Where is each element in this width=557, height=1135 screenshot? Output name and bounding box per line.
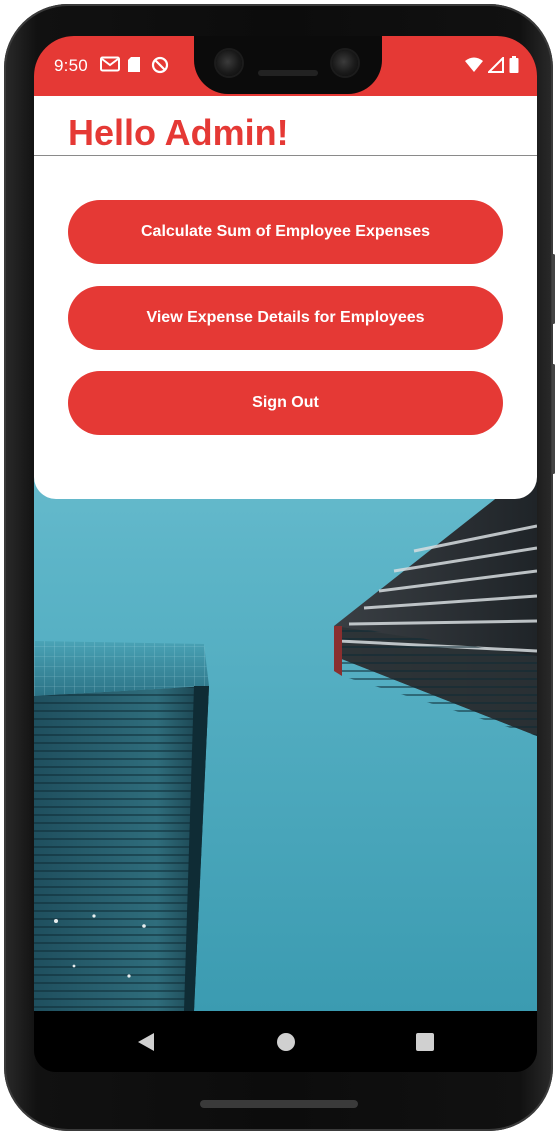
phone-frame: 9:50 Hello Admin! Calculate Sum of Emplo… [4, 4, 555, 1131]
earpiece-speaker [258, 70, 318, 76]
gmail-icon [100, 56, 120, 77]
page-title: Hello Admin! [68, 112, 289, 153]
title-divider [34, 155, 537, 156]
sd-card-icon [127, 56, 141, 78]
phone-bottom-speaker [200, 1100, 358, 1108]
view-expense-details-button[interactable]: View Expense Details for Employees [68, 286, 503, 350]
admin-card: Hello Admin! Calculate Sum of Employee E… [34, 96, 537, 499]
home-icon[interactable] [256, 1011, 316, 1072]
recents-icon[interactable] [395, 1011, 455, 1072]
battery-icon [509, 56, 519, 78]
wifi-icon [465, 57, 483, 78]
status-bar: 9:50 [34, 36, 537, 96]
signal-icon [486, 55, 504, 78]
phone-screen: 9:50 Hello Admin! Calculate Sum of Emplo… [34, 36, 537, 1072]
camera-notch [194, 36, 382, 94]
status-time: 9:50 [54, 56, 88, 75]
front-camera-icon [216, 50, 242, 76]
navigation-bar [34, 1011, 537, 1072]
back-icon[interactable] [116, 1011, 176, 1072]
volume-button [552, 364, 555, 474]
do-not-disturb-icon [151, 56, 169, 79]
power-button [552, 254, 555, 324]
front-camera-icon [332, 50, 358, 76]
calculate-sum-button[interactable]: Calculate Sum of Employee Expenses [68, 200, 503, 264]
sign-out-button[interactable]: Sign Out [68, 371, 503, 435]
